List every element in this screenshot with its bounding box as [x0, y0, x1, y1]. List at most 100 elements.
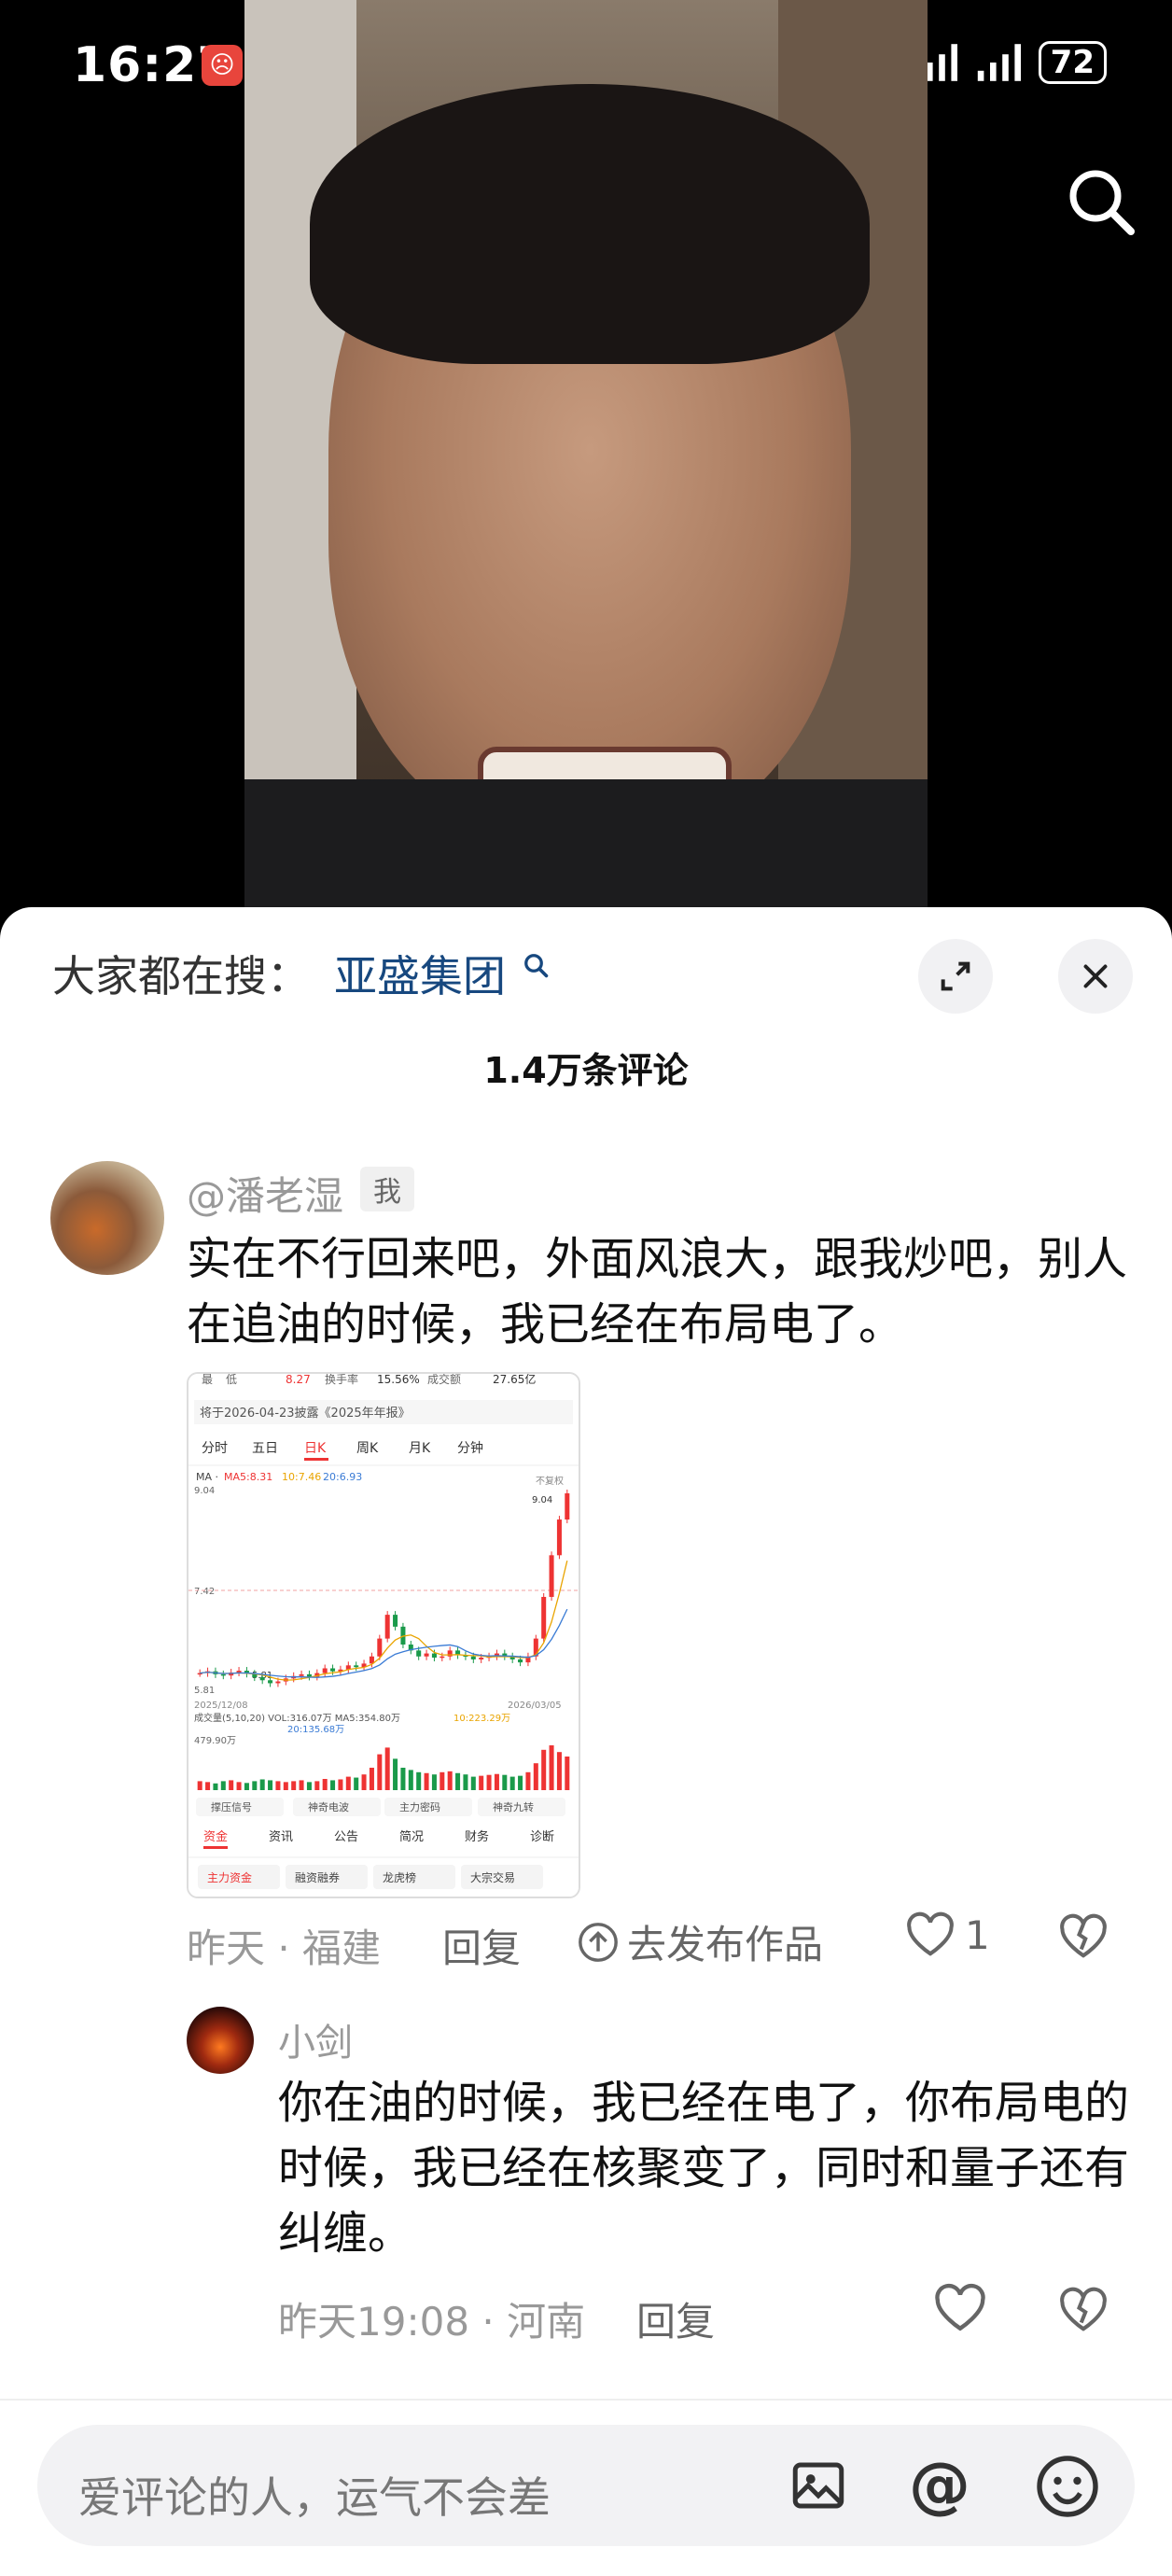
vol-ma20-label: 20:135.68万	[287, 1725, 344, 1735]
reply-text[interactable]: 你在油的时候，我已经在电了，你布局电的时候，我已经在核聚变了，同时和量子还有纠缠…	[278, 2070, 1137, 2266]
bottom-button[interactable]: 龙虎榜	[383, 1870, 416, 1884]
hot-search-label: 大家都在搜：	[52, 951, 310, 1001]
volume-bar	[197, 1781, 202, 1790]
chart-tab[interactable]: 分钟	[457, 1440, 483, 1456]
heart-icon[interactable]	[933, 2283, 987, 2333]
search-icon[interactable]	[1064, 164, 1138, 239]
volume-bar	[502, 1774, 508, 1790]
comment-username[interactable]: @潘老湿	[187, 1165, 343, 1222]
volume-bar	[400, 1768, 406, 1790]
candle	[424, 1653, 429, 1657]
comment-text[interactable]: 实在不行回来吧，外面风浪大，跟我炒吧，别人在追油的时候，我已经在布局电了。	[187, 1226, 1129, 1357]
video-person-shirt	[244, 779, 928, 910]
volume-bar	[377, 1754, 383, 1790]
hot-search-link[interactable]: 亚盛集团	[334, 943, 506, 1004]
volume-bar	[525, 1771, 531, 1790]
bottom-tab[interactable]: 简况	[399, 1829, 424, 1844]
candle	[377, 1638, 383, 1657]
mention-icon[interactable]: @	[909, 2449, 970, 2521]
volume-bar	[322, 1779, 328, 1790]
volume-bar	[268, 1780, 273, 1790]
comment-meta: 昨天 · 福建	[187, 1925, 382, 1971]
signal-icon-2	[977, 44, 1021, 81]
volume-bar	[220, 1781, 226, 1790]
volume-bar	[205, 1782, 211, 1790]
volume-bar	[314, 1781, 320, 1790]
image-icon[interactable]	[788, 2455, 849, 2516]
comment-image-stock-chart[interactable]: 最 低 8.27 换手率 15.56% 成交额 27.65亿 将于2026-04…	[187, 1372, 580, 1898]
candle	[440, 1656, 445, 1659]
bottom-button[interactable]: 主力资金	[207, 1870, 252, 1884]
candle	[518, 1659, 523, 1663]
expand-button[interactable]	[918, 939, 993, 1014]
alert-app-icon: ☹	[202, 45, 243, 86]
candle	[259, 1677, 265, 1681]
bottom-tab[interactable]: 公告	[334, 1830, 358, 1844]
publish-work-button[interactable]: 去发布作品	[577, 1913, 823, 1970]
bottom-button[interactable]: 融资融券	[295, 1870, 340, 1884]
volume-bar	[213, 1783, 218, 1790]
candle	[447, 1650, 453, 1657]
reply-avatar[interactable]	[187, 2007, 254, 2074]
volume-bar	[479, 1775, 484, 1790]
volume-bar	[518, 1775, 523, 1790]
volume-bar	[556, 1752, 562, 1790]
broken-heart-icon[interactable]	[1058, 1913, 1109, 1960]
chart-turnover-value: 15.56%	[377, 1374, 420, 1386]
volume-bar	[541, 1749, 547, 1790]
chart-tab[interactable]: 五日	[252, 1441, 278, 1456]
volume-bar	[361, 1774, 367, 1790]
volume-bar	[470, 1776, 476, 1790]
chart-top-label: 低	[226, 1374, 237, 1386]
close-button[interactable]	[1058, 939, 1133, 1014]
video-frame[interactable]	[244, 0, 928, 910]
expand-icon	[941, 961, 970, 991]
bottom-tab[interactable]: 诊断	[530, 1830, 554, 1844]
y-tick-high: 9.04	[194, 1486, 215, 1496]
emoji-icon[interactable]	[1034, 2453, 1101, 2520]
chart-low-value: 8.27	[286, 1374, 311, 1386]
comment-input-placeholder[interactable]: 爱评论的人，运气不会差	[78, 2464, 551, 2526]
chart-tab[interactable]: 分时	[202, 1441, 228, 1456]
volume-bar	[486, 1774, 492, 1790]
chart-tab[interactable]: 周K	[356, 1441, 379, 1456]
candle	[236, 1671, 242, 1673]
chart-top-label: 最	[202, 1374, 213, 1386]
comment-sheet	[0, 907, 1172, 2576]
avatar[interactable]	[50, 1161, 164, 1275]
me-badge: 我	[360, 1167, 414, 1211]
like-count: 1	[965, 1911, 990, 1958]
signal-label: 主力密码	[399, 1800, 440, 1813]
candle	[306, 1673, 312, 1677]
hot-search-icon[interactable]	[523, 952, 551, 980]
volume-bar	[549, 1745, 554, 1790]
volume-bar	[494, 1773, 499, 1790]
bottom-tab[interactable]: 财务	[465, 1829, 489, 1844]
no-adjust-label: 不复权	[536, 1475, 564, 1487]
bottom-tab[interactable]: 资金	[203, 1829, 228, 1844]
candle	[322, 1668, 328, 1673]
signal-label: 神奇电波	[308, 1800, 349, 1813]
reply-reply-button[interactable]: 回复	[636, 2290, 715, 2347]
volume-bar	[299, 1780, 304, 1790]
volume-bar	[252, 1781, 258, 1790]
like-button[interactable]: 1	[905, 1911, 990, 1958]
volume-bar	[384, 1747, 390, 1790]
volume-bar	[431, 1774, 437, 1790]
volume-bar	[229, 1780, 234, 1790]
volume-bar	[424, 1772, 429, 1790]
volume-bar	[369, 1768, 374, 1790]
volume-bar	[393, 1758, 398, 1790]
volume-bar	[306, 1782, 312, 1790]
video-person-hair	[310, 84, 870, 364]
broken-heart-icon[interactable]	[1058, 2287, 1109, 2333]
divider	[0, 2399, 1172, 2401]
bottom-tab[interactable]: 资讯	[269, 1830, 293, 1844]
chart-tab[interactable]: 月K	[409, 1441, 431, 1456]
signal-label: 撑压信号	[211, 1800, 252, 1813]
bottom-button[interactable]: 大宗交易	[470, 1870, 515, 1884]
reply-username[interactable]: 小剑	[278, 2012, 353, 2066]
reply-button[interactable]: 回复	[442, 1917, 521, 1974]
candle	[479, 1658, 484, 1659]
chart-tab[interactable]: 日K	[304, 1441, 327, 1456]
